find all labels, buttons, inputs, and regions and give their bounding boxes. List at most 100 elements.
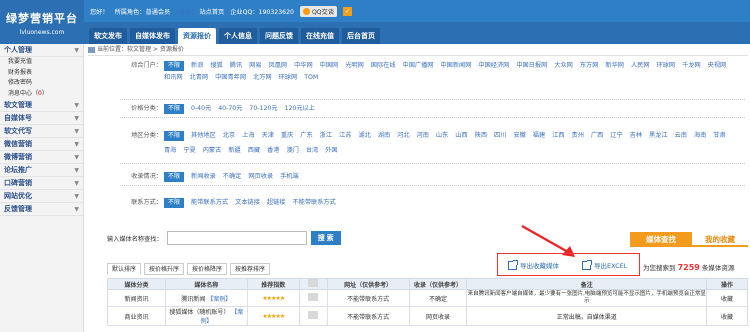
cell-name[interactable]: 腾讯新闻 【案例】	[164, 289, 248, 307]
filter-option[interactable]: 120元以上	[285, 103, 315, 115]
filter-option[interactable]: 辽宁	[610, 128, 622, 143]
filter-option[interactable]: 中国日报网	[516, 60, 547, 72]
filter-option[interactable]: 香港	[267, 143, 279, 158]
filter-option[interactable]: 河北	[397, 128, 409, 143]
sidebar-section-ghostwrite[interactable]: 软文代写 ▼	[0, 125, 83, 138]
filter-option[interactable]: 安徽	[513, 128, 525, 143]
filter-option[interactable]: 湖北	[358, 128, 370, 143]
filter-option[interactable]: 网页收录	[248, 171, 273, 183]
filter-option[interactable]: 中华网	[294, 60, 313, 72]
filter-option[interactable]: TOM	[304, 72, 318, 84]
filter-option[interactable]: 云南	[675, 128, 687, 143]
sidebar-item-recharge[interactable]: 我要充值	[0, 57, 83, 68]
filter-option[interactable]: 广西	[591, 128, 603, 143]
filter-option[interactable]: 40-70元	[218, 103, 242, 115]
sort-price-desc[interactable]: 按价格降序	[187, 263, 228, 275]
logout-link[interactable]: [退出]	[176, 7, 193, 16]
filter-option[interactable]: 黑龙江	[649, 128, 668, 143]
filter-option[interactable]: 中国青年网	[215, 72, 246, 84]
filter-option[interactable]: 不能带联系方式	[292, 197, 335, 209]
filter-option[interactable]: 山东	[436, 128, 448, 143]
sort-price-asc[interactable]: 按价格升序	[144, 263, 185, 275]
filter-option-all[interactable]: 不限	[164, 104, 185, 114]
filter-option[interactable]: 不确定	[223, 171, 242, 183]
filter-option[interactable]: 腾讯	[230, 60, 242, 72]
filter-option[interactable]: 新疆	[228, 143, 240, 158]
tab-media-lookup[interactable]: 媒体查找	[630, 232, 692, 247]
filter-option[interactable]: 大众网	[554, 60, 573, 72]
filter-option[interactable]: 0-40元	[191, 103, 211, 115]
filter-option-all[interactable]: 不限	[164, 172, 185, 182]
qq-chat-button[interactable]: QQ交谈	[299, 5, 338, 17]
sort-default[interactable]: 默认排序	[107, 263, 142, 275]
filter-option[interactable]: 陕西	[475, 128, 487, 143]
filter-option[interactable]: 西藏	[248, 143, 260, 158]
search-input[interactable]	[166, 231, 307, 245]
sidebar-section-reputation[interactable]: 口碑营销 ▼	[0, 177, 83, 190]
filter-option[interactable]: 天津	[262, 128, 274, 143]
sidebar-section-feedback[interactable]: 反馈管理 ▼	[0, 203, 83, 216]
filter-option[interactable]: 网易	[249, 60, 261, 72]
filter-option-all[interactable]: 不限	[164, 198, 185, 208]
filter-option[interactable]: 中国新闻网	[440, 60, 471, 72]
filter-option-all[interactable]: 不限	[164, 131, 185, 141]
filter-option[interactable]: 凤凰网	[269, 60, 288, 72]
filter-option[interactable]: 江苏	[339, 128, 351, 143]
sidebar-section-soft-article[interactable]: 软文管理 ▼	[0, 99, 83, 112]
sidebar-section-weibo[interactable]: 微博营销 ▼	[0, 151, 83, 164]
filter-option[interactable]: 环球网	[657, 60, 676, 72]
sort-recommend[interactable]: 按推荐排序	[230, 263, 271, 275]
filter-option[interactable]: 山西	[455, 128, 467, 143]
filter-option[interactable]: 其他地区	[191, 128, 216, 143]
filter-option[interactable]: 重庆	[281, 128, 293, 143]
tab-feedback[interactable]: 问题反馈	[260, 28, 298, 44]
tab-soft-article[interactable]: 软文发布	[89, 28, 127, 44]
site-home-link[interactable]: 站点首页	[199, 7, 224, 16]
filter-option[interactable]: 澳门	[286, 143, 298, 158]
sidebar-section-seo[interactable]: 网站优化 ▼	[0, 190, 83, 203]
sidebar-section-forum[interactable]: 论坛推广 ▼	[0, 164, 83, 177]
cell-action[interactable]: 收藏	[705, 306, 749, 326]
cell-action[interactable]: 收藏	[705, 289, 749, 307]
filter-option[interactable]: 新华网	[605, 60, 624, 72]
filter-option[interactable]: 超链接	[267, 197, 286, 209]
filter-option[interactable]: 北京	[223, 128, 235, 143]
filter-option[interactable]: 台湾	[306, 143, 318, 158]
filter-option[interactable]: 70-120元	[249, 103, 277, 115]
filter-option[interactable]: 四川	[494, 128, 506, 143]
filter-option[interactable]: 环球网	[279, 72, 298, 84]
export-collection-button[interactable]: 导出收藏媒体	[508, 259, 559, 270]
filter-option[interactable]: 东方网	[580, 60, 599, 72]
filter-option[interactable]: 和讯网	[164, 72, 183, 84]
filter-option[interactable]: 国际在线	[371, 60, 396, 72]
filter-option[interactable]: 广东	[300, 128, 312, 143]
filter-option[interactable]: 浙江	[320, 128, 332, 143]
filter-option[interactable]: 手机端	[280, 171, 299, 183]
filter-option[interactable]: 中国广播网	[403, 60, 434, 72]
filter-option[interactable]: 中国网	[320, 60, 339, 72]
filter-option[interactable]: 北方网	[253, 72, 272, 84]
search-button[interactable]: 搜 索	[310, 231, 341, 245]
sidebar-section-wechat[interactable]: 微信营销 ▼	[0, 138, 83, 151]
filter-option[interactable]: 宁夏	[183, 143, 195, 158]
filter-option[interactable]: 甘肃	[713, 128, 725, 143]
tab-resource-price[interactable]: 资源报价	[178, 28, 216, 44]
tab-personal-info[interactable]: 个人信息	[219, 28, 257, 44]
sidebar-item-messages[interactable]: 消息中心（0）	[0, 89, 83, 100]
filter-option[interactable]: 文本链接	[235, 197, 260, 209]
filter-option[interactable]: 贵州	[572, 128, 584, 143]
filter-option[interactable]: 光明网	[345, 60, 364, 72]
sidebar-item-password[interactable]: 修改密码	[0, 78, 83, 89]
filter-option[interactable]: 吉林	[630, 128, 642, 143]
filter-option[interactable]: 青海	[164, 143, 176, 158]
tab-self-media[interactable]: 自媒体发布	[130, 28, 175, 44]
filter-option-all[interactable]: 不限	[164, 61, 185, 71]
filter-option[interactable]: 央视网	[708, 60, 727, 72]
filter-option[interactable]: 中国经济网	[478, 60, 509, 72]
sidebar-item-finance[interactable]: 财务报表	[0, 68, 83, 79]
case-link[interactable]: 【案例】	[207, 296, 231, 303]
filter-option[interactable]: 北青网	[190, 72, 209, 84]
filter-option[interactable]: 外国	[325, 143, 337, 158]
filter-option[interactable]: 湖南	[378, 128, 390, 143]
filter-option[interactable]: 河南	[417, 128, 429, 143]
